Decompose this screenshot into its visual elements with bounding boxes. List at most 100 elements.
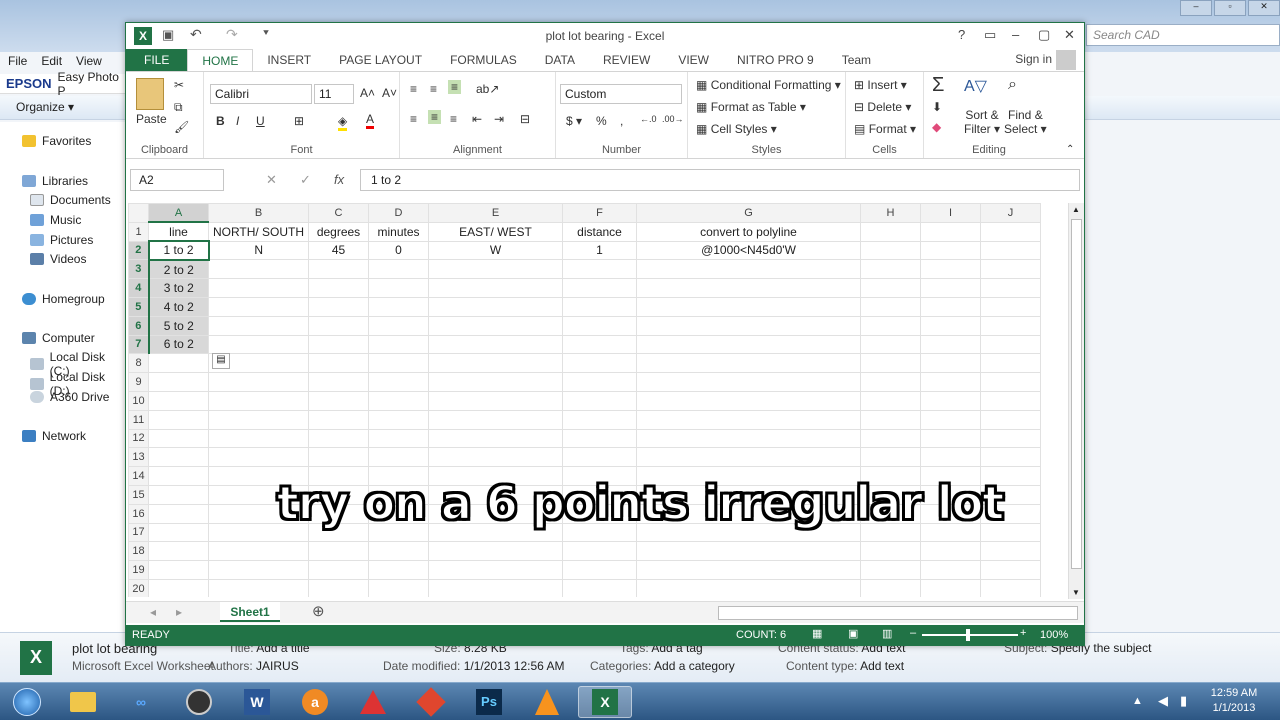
conditional-formatting-button[interactable]: ▦ Conditional Formatting ▾ <box>696 78 841 92</box>
tab-page-layout[interactable]: PAGE LAYOUT <box>325 49 436 71</box>
cell[interactable] <box>148 560 209 580</box>
cell[interactable]: 3 to 2 <box>148 278 209 298</box>
comma-icon[interactable]: , <box>620 114 623 128</box>
cell[interactable] <box>308 278 369 298</box>
normal-view-icon[interactable]: ▦ <box>812 627 822 640</box>
cell[interactable] <box>428 259 563 280</box>
new-sheet-icon[interactable]: ⊕ <box>312 602 325 620</box>
menu-file[interactable]: File <box>8 54 27 72</box>
taskbar-clock[interactable]: 12:59 AM 1/1/2013 <box>1196 686 1272 716</box>
cell[interactable] <box>368 353 429 374</box>
tab-file[interactable]: FILE <box>126 49 188 71</box>
tab-insert[interactable]: INSERT <box>253 49 325 71</box>
increase-decimal-icon[interactable]: ←.0 <box>640 114 657 124</box>
number-format-select[interactable]: Custom <box>560 84 682 104</box>
fill-color-icon[interactable]: ◈ <box>338 114 348 131</box>
nav-homegroup[interactable]: Homegroup <box>22 292 105 306</box>
row-header[interactable]: 10 <box>128 390 149 411</box>
cell[interactable] <box>562 353 637 374</box>
cell[interactable] <box>428 278 563 298</box>
cell[interactable] <box>368 278 429 298</box>
tab-formulas[interactable]: FORMULAS <box>436 49 531 71</box>
cell[interactable] <box>860 278 921 298</box>
cell[interactable]: degrees <box>308 221 369 242</box>
tab-team[interactable]: Team <box>828 49 885 71</box>
zoom-thumb[interactable] <box>966 629 970 641</box>
decrease-indent-icon[interactable]: ⇤ <box>472 112 482 126</box>
orientation-icon[interactable]: ab↗ <box>476 82 499 96</box>
cell[interactable]: 45 <box>308 240 369 261</box>
formula-input[interactable]: 1 to 2 <box>360 169 1080 191</box>
word-taskbar-icon[interactable]: W <box>230 686 284 718</box>
cell[interactable] <box>920 259 981 280</box>
cell[interactable] <box>308 560 369 580</box>
cell[interactable] <box>636 409 861 430</box>
cell[interactable] <box>208 372 309 392</box>
cell[interactable] <box>428 541 563 562</box>
cell[interactable] <box>860 578 921 597</box>
percent-icon[interactable]: % <box>596 114 607 128</box>
borders-icon[interactable]: ⊞ <box>294 114 304 128</box>
epson-toolbar[interactable]: EPSON Easy Photo P <box>0 70 130 98</box>
cell[interactable] <box>428 428 563 449</box>
cell[interactable] <box>636 296 861 317</box>
cell[interactable] <box>208 334 309 355</box>
nav-a360[interactable]: A360 Drive <box>30 390 109 404</box>
row-header[interactable]: 13 <box>128 447 149 468</box>
cell[interactable] <box>208 578 309 597</box>
cell[interactable] <box>562 315 637 336</box>
network-tray-icon[interactable]: ▮ <box>1180 693 1187 709</box>
nav-documents[interactable]: Documents <box>30 193 111 207</box>
collapse-ribbon-icon[interactable]: ⌃ <box>1066 144 1074 155</box>
col-header[interactable]: C <box>308 203 369 223</box>
autocad-taskbar-icon[interactable] <box>172 686 226 718</box>
cell[interactable] <box>368 372 429 392</box>
italic-icon[interactable]: I <box>236 114 239 128</box>
details-categories[interactable]: Categories: Add a category <box>590 659 735 673</box>
cell[interactable] <box>920 390 981 411</box>
row-header[interactable]: 1 <box>128 221 149 242</box>
cell[interactable] <box>308 315 369 336</box>
cell[interactable] <box>562 390 637 411</box>
cell[interactable] <box>208 560 309 580</box>
cell[interactable] <box>920 560 981 580</box>
cell[interactable] <box>368 390 429 411</box>
cell[interactable] <box>428 409 563 430</box>
cell[interactable] <box>428 560 563 580</box>
excel-taskbar-icon[interactable]: X <box>578 686 632 718</box>
cell[interactable] <box>920 578 981 597</box>
cell[interactable] <box>636 315 861 336</box>
cell[interactable] <box>368 296 429 317</box>
cell[interactable]: 1 <box>562 240 637 261</box>
font-name-select[interactable]: Calibri <box>210 84 312 104</box>
cell[interactable] <box>636 278 861 298</box>
cell[interactable] <box>980 334 1041 355</box>
cell[interactable] <box>920 447 981 468</box>
cell[interactable] <box>148 541 209 562</box>
cell[interactable] <box>860 240 921 261</box>
cell[interactable] <box>208 259 309 280</box>
cell[interactable] <box>980 578 1041 597</box>
nav-computer[interactable]: Computer <box>22 331 95 345</box>
col-header[interactable]: J <box>980 203 1041 223</box>
cell[interactable] <box>980 221 1041 242</box>
row-header[interactable]: 11 <box>128 409 149 430</box>
cell[interactable] <box>636 578 861 597</box>
cell[interactable] <box>208 541 309 562</box>
cell[interactable] <box>148 578 209 597</box>
cell[interactable] <box>860 541 921 562</box>
cell[interactable] <box>562 447 637 468</box>
maximize-icon[interactable]: ▢ <box>1038 27 1050 43</box>
col-header[interactable]: A <box>148 203 209 224</box>
cell[interactable] <box>980 240 1041 261</box>
cell[interactable] <box>860 353 921 374</box>
cell[interactable] <box>308 578 369 597</box>
autosum-icon[interactable]: Σ <box>932 74 944 97</box>
vertical-scrollbar[interactable]: ▲ ▼ <box>1068 203 1084 599</box>
col-header[interactable]: H <box>860 203 921 223</box>
enter-icon[interactable]: ✓ <box>300 172 311 188</box>
cell[interactable] <box>980 560 1041 580</box>
cell[interactable] <box>920 428 981 449</box>
zoom-slider[interactable] <box>922 634 1018 636</box>
nav-network[interactable]: Network <box>22 429 86 443</box>
